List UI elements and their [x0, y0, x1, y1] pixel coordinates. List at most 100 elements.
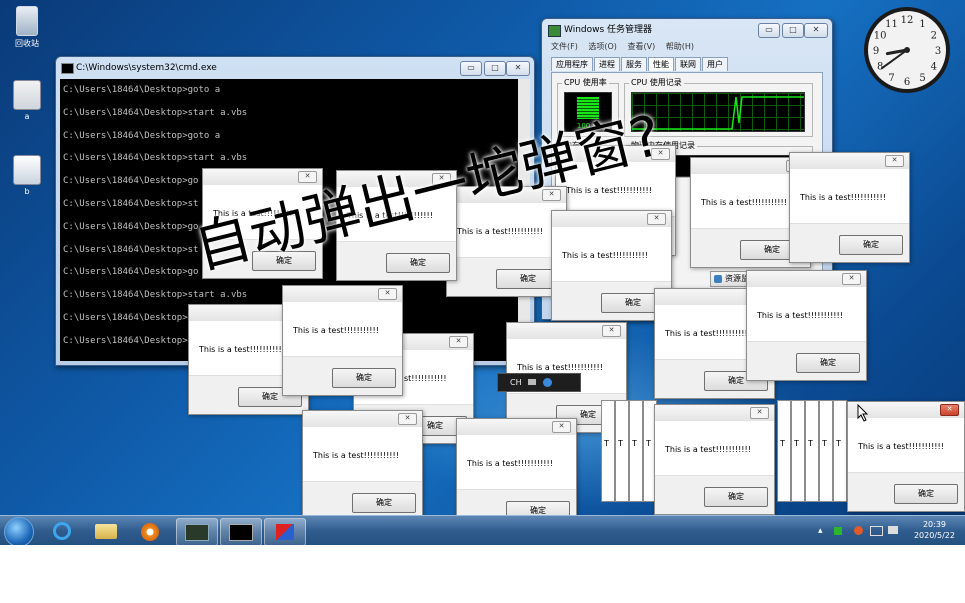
- stacked-message-text: T: [646, 439, 651, 448]
- close-button[interactable]: ✕: [750, 407, 769, 419]
- taskbar-ie[interactable]: [42, 518, 82, 544]
- ok-button[interactable]: 确定: [386, 253, 450, 273]
- close-button[interactable]: ✕: [647, 213, 666, 225]
- show-hidden-icons[interactable]: ▴: [818, 526, 823, 536]
- ok-button[interactable]: 确定: [704, 487, 768, 507]
- minimize-button[interactable]: ▭: [460, 61, 482, 76]
- keyboard-icon[interactable]: [528, 379, 537, 385]
- message-box[interactable]: ✕This is a test!!!!!!!!!!!确定: [282, 285, 403, 396]
- close-button[interactable]: ✕: [398, 413, 417, 425]
- stacked-message-text: T: [822, 439, 827, 448]
- message-box[interactable]: ✕This is a test!!!!!!!!!!!确定: [789, 152, 910, 263]
- close-button[interactable]: ✕: [804, 23, 828, 38]
- taskbar-explorer[interactable]: [86, 518, 126, 544]
- tab-applications[interactable]: 应用程序: [551, 57, 593, 71]
- console-icon: [229, 524, 253, 541]
- menu-bar: 文件(F) 选项(O) 查看(V) 帮助(H): [542, 41, 832, 55]
- maximize-button[interactable]: □: [782, 23, 804, 38]
- close-button[interactable]: ✕: [842, 273, 861, 285]
- help-icon[interactable]: [542, 378, 552, 387]
- clock-gadget[interactable]: 12 1234567891011: [862, 5, 952, 95]
- close-button[interactable]: ✕: [940, 404, 959, 416]
- clock-numeral: 10: [874, 31, 887, 42]
- ok-button[interactable]: 确定: [352, 493, 416, 513]
- ok-button[interactable]: 确定: [839, 235, 903, 255]
- taskbar-task-manager[interactable]: [176, 518, 218, 545]
- ok-button[interactable]: 确定: [332, 368, 396, 388]
- cmd-titlebar[interactable]: C:\Windows\system32\cmd.exe ▭ □ ✕: [56, 57, 534, 79]
- taskbar: ▴ 20:39 2020/5/22: [0, 515, 965, 545]
- close-button[interactable]: ✕: [449, 336, 468, 348]
- language-bar[interactable]: CH: [497, 373, 581, 392]
- desktop-shortcut-a[interactable]: a: [2, 80, 52, 121]
- close-button[interactable]: ✕: [506, 61, 530, 76]
- menu-help[interactable]: 帮助(H): [666, 42, 694, 51]
- menu-file[interactable]: 文件(F): [551, 42, 578, 51]
- internet-explorer-icon: [53, 522, 71, 540]
- taskbar-script-host[interactable]: [264, 518, 306, 545]
- stacked-message-box[interactable]: T: [777, 400, 791, 502]
- message-box[interactable]: ✕This is a test!!!!!!!!!!!确定: [456, 418, 577, 529]
- message-text: This is a test!!!!!!!!!!!: [858, 442, 944, 451]
- stacked-message-box[interactable]: T: [629, 400, 643, 502]
- stacked-message-box[interactable]: T: [791, 400, 805, 502]
- stacked-message-box[interactable]: T: [601, 400, 615, 502]
- task-manager-icon: [185, 524, 209, 541]
- message-text: This is a test!!!!!!!!!!!: [701, 198, 787, 207]
- ok-button[interactable]: 确定: [796, 353, 860, 373]
- message-box[interactable]: ✕ This is a test!!!!!!!!!!! 确定: [746, 270, 867, 381]
- clock-numeral: 6: [904, 77, 910, 88]
- desktop-icon-label: a: [24, 112, 30, 121]
- recycle-bin-shortcut[interactable]: 回收站: [2, 6, 52, 49]
- script-host-icon: [276, 524, 294, 540]
- desktop-shortcut-b[interactable]: b: [2, 155, 52, 196]
- start-button[interactable]: [4, 517, 34, 545]
- clock-numeral: 7: [888, 73, 894, 84]
- menu-options[interactable]: 选项(O): [588, 42, 617, 51]
- volume-tray-icon[interactable]: [888, 526, 898, 534]
- console-line: C:\Users\18464\Desktop>start a.vbs: [63, 107, 248, 118]
- stacked-message-box[interactable]: T: [833, 400, 847, 502]
- close-button[interactable]: ✕: [602, 325, 621, 337]
- clock-numeral: 2: [931, 31, 937, 42]
- clock-numeral: 4: [931, 62, 937, 73]
- tab-services[interactable]: 服务: [621, 57, 647, 71]
- ime-language[interactable]: CH: [510, 378, 522, 387]
- stacked-message-text: T: [780, 439, 785, 448]
- taskbar-cmd[interactable]: [220, 518, 262, 545]
- message-box[interactable]: ✕This is a test!!!!!!!!!!!确定: [302, 410, 423, 521]
- security-tray-icon[interactable]: [834, 527, 842, 535]
- message-text: st!!!!!!!!!!!: [404, 374, 447, 383]
- tray-clock[interactable]: 20:39 2020/5/22: [914, 519, 955, 541]
- cpu-usage-label: CPU 使用率: [562, 77, 609, 88]
- minimize-button[interactable]: ▭: [758, 23, 780, 38]
- desktop: 回收站 a b C:\Windows\system32\cmd.exe ▭ □ …: [0, 0, 965, 545]
- maximize-button[interactable]: □: [484, 61, 506, 76]
- message-text: This is a test!!!!!!!!!!!: [517, 363, 603, 372]
- tab-performance[interactable]: 性能: [648, 57, 674, 71]
- tray-date: 2020/5/22: [913, 531, 955, 540]
- taskbar-media-player[interactable]: [130, 518, 170, 544]
- menu-view[interactable]: 查看(V): [627, 42, 655, 51]
- message-text: This is a test!!!!!!!!!!!: [457, 227, 543, 236]
- message-text: This is a test!!!!!!!!!!!: [467, 459, 553, 468]
- tab-processes[interactable]: 进程: [594, 57, 620, 71]
- flag-tray-icon[interactable]: [854, 526, 863, 535]
- close-button[interactable]: ✕: [552, 421, 571, 433]
- close-button[interactable]: ✕: [885, 155, 904, 167]
- clock-numeral: 5: [919, 73, 925, 84]
- stacked-message-box[interactable]: T: [819, 400, 833, 502]
- message-box[interactable]: ✕This is a test!!!!!!!!!!!确定: [654, 404, 775, 515]
- stacked-message-box[interactable]: T: [615, 400, 629, 502]
- stacked-message-text: T: [836, 439, 841, 448]
- tab-users[interactable]: 用户: [702, 57, 728, 71]
- close-button[interactable]: ✕: [378, 288, 397, 300]
- tab-networking[interactable]: 联网: [675, 57, 701, 71]
- ok-button[interactable]: 确定: [894, 484, 958, 504]
- message-text: This is a test!!!!!!!!!!!: [757, 311, 843, 320]
- network-tray-icon[interactable]: [870, 526, 883, 536]
- clock-numeral: 3: [935, 46, 941, 57]
- task-manager-titlebar[interactable]: Windows 任务管理器 ▭ □ ✕: [542, 19, 832, 41]
- console-icon: [61, 63, 74, 74]
- stacked-message-box[interactable]: T: [805, 400, 819, 502]
